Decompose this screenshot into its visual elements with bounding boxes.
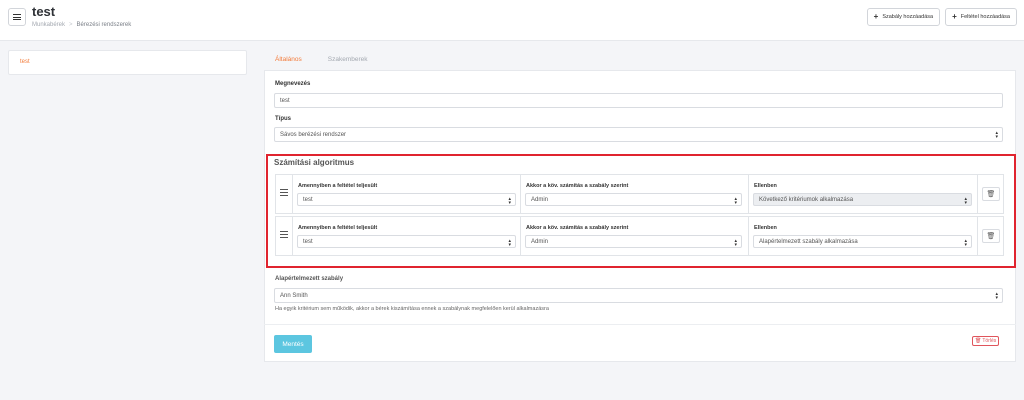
- algorithm-title: Számítási algoritmus: [274, 158, 355, 167]
- page-title: test: [32, 4, 56, 19]
- type-select-value: Sávos berézési rendszer: [280, 131, 347, 138]
- condition-select[interactable]: test ▴ ▾: [297, 193, 516, 206]
- tab-general[interactable]: Általános: [275, 56, 302, 63]
- select-arrows-icon: ▴ ▾: [734, 196, 737, 206]
- add-condition-button[interactable]: + Feltétel hozzáadása: [945, 8, 1017, 26]
- delete-button-label: Törlés: [982, 338, 997, 344]
- delete-button[interactable]: 🗑 Törlés: [972, 336, 1000, 346]
- select-arrows-icon: ▴ ▾: [734, 238, 737, 248]
- plus-icon: +: [952, 12, 957, 21]
- default-rule-helper-text: Ha egyik kritérium sem működik, akkor a …: [275, 306, 549, 312]
- condition-select[interactable]: test ▴ ▾: [297, 235, 516, 248]
- default-rule-select[interactable]: Ann Smith ▴ ▾: [274, 288, 1003, 303]
- chevron-right-icon: >: [69, 22, 73, 28]
- rule-row: Amennyiben a feltétel teljesült test ▴ ▾ …: [275, 216, 1004, 256]
- default-rule-select-value: Ann Smith: [280, 292, 308, 299]
- breadcrumb: Munkabérek > Bérezési rendszerek: [32, 22, 131, 28]
- else-label: Ellenben: [754, 225, 777, 231]
- save-button[interactable]: Mentés: [274, 335, 312, 353]
- menu-icon: [13, 14, 21, 20]
- sidebar-item-test[interactable]: test: [20, 59, 30, 65]
- select-arrows-icon: ▴ ▾: [508, 238, 511, 248]
- else-select-value: Következő kritériumok alkalmazása: [759, 196, 854, 203]
- else-select-value: Alapértelmezett szabály alkalmazása: [759, 238, 858, 245]
- select-arrows-icon: ▴ ▾: [964, 238, 967, 248]
- drag-handle-icon[interactable]: [280, 231, 288, 240]
- drag-handle-icon[interactable]: [280, 189, 288, 198]
- condition-select-value: test: [303, 238, 313, 245]
- tab-specialists[interactable]: Szakemberek: [328, 56, 368, 63]
- condition-label: Amennyiben a feltétel teljesült: [298, 225, 378, 231]
- next-rule-select[interactable]: Admin ▴ ▾: [525, 193, 742, 206]
- name-input[interactable]: test: [274, 93, 1003, 108]
- rule-row: Amennyiben a feltétel teljesült test ▴ ▾ …: [275, 174, 1004, 214]
- condition-label: Amennyiben a feltétel teljesült: [298, 183, 378, 189]
- hamburger-menu-button[interactable]: [8, 8, 26, 26]
- add-rule-label: Szabály hozzáadása: [882, 14, 934, 20]
- breadcrumb-item[interactable]: Munkabérek: [32, 22, 65, 28]
- name-label: Megnevezés: [275, 81, 311, 87]
- trash-icon: 🗑: [986, 191, 996, 198]
- plus-icon: +: [873, 12, 879, 21]
- select-arrows-icon: ▴ ▾: [995, 291, 998, 301]
- add-rule-button[interactable]: + Szabály hozzáadása: [866, 8, 941, 26]
- breadcrumb-current: Bérezési rendszerek: [76, 22, 132, 28]
- delete-rule-button[interactable]: 🗑: [982, 229, 1000, 243]
- default-rule-label: Alapértelmezett szabály: [275, 276, 344, 282]
- next-rule-select-value: Admin: [531, 238, 549, 245]
- type-label: Típus: [275, 116, 291, 122]
- else-label: Ellenben: [754, 183, 777, 189]
- select-arrows-icon: ▴ ▾: [508, 196, 511, 206]
- select-arrows-icon: ▴ ▾: [995, 130, 998, 140]
- next-rule-label: Akkor a köv. számítás a szabály szerint: [526, 225, 629, 231]
- else-select[interactable]: Következő kritériumok alkalmazása ▴ ▾: [753, 193, 972, 206]
- next-rule-select-value: Admin: [531, 196, 549, 203]
- condition-select-value: test: [303, 196, 313, 203]
- else-select[interactable]: Alapértelmezett szabály alkalmazása ▴ ▾: [753, 235, 972, 248]
- trash-icon: 🗑: [986, 233, 996, 240]
- next-rule-label: Akkor a köv. számítás a szabály szerint: [526, 183, 629, 189]
- divider: [264, 324, 1016, 325]
- top-bar: test Munkabérek > Bérezési rendszerek + …: [0, 0, 1024, 41]
- sidebar-list: test: [8, 50, 247, 75]
- tab-bar: Általános Szakemberek: [275, 56, 368, 63]
- trash-icon: 🗑: [975, 338, 982, 344]
- next-rule-select[interactable]: Admin ▴ ▾: [525, 235, 742, 248]
- add-condition-label: Feltétel hozzáadása: [960, 14, 1010, 20]
- select-arrows-icon: ▴ ▾: [964, 196, 967, 206]
- type-select[interactable]: Sávos berézési rendszer ▴ ▾: [274, 127, 1003, 142]
- delete-rule-button[interactable]: 🗑: [982, 187, 1000, 201]
